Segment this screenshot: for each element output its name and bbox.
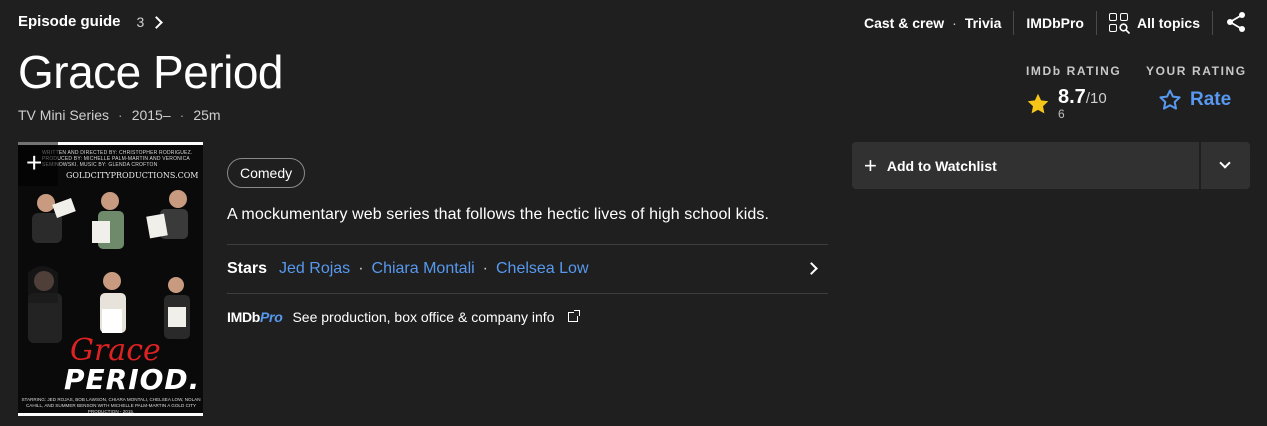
page-title: Grace Period: [18, 46, 284, 98]
rating-score: 8.7/10 6: [1058, 86, 1107, 121]
imdb-rating-label: IMDb RATING: [1026, 64, 1122, 78]
nav-divider: [1013, 11, 1015, 35]
stars-row[interactable]: Stars Jed Rojas · Chiara Montali · Chels…: [227, 245, 828, 293]
chevron-down-icon: [1219, 157, 1231, 169]
stars-label: Stars: [227, 260, 268, 277]
star-link[interactable]: Jed Rojas: [279, 260, 350, 278]
watchlist-dropdown-button[interactable]: [1201, 142, 1250, 189]
imdbpro-link-text[interactable]: See production, box office & company inf…: [292, 309, 554, 325]
add-to-watchlist-button[interactable]: + Add to Watchlist: [852, 142, 1199, 189]
imdbpro-logo: IMDbPro: [227, 309, 283, 325]
star-filled-icon: [1027, 93, 1049, 114]
stars-dot: ·: [482, 260, 488, 277]
external-link-icon: [568, 310, 581, 322]
all-topics-button[interactable]: All topics: [1108, 13, 1200, 34]
divider: [227, 293, 828, 294]
top-nav: Cast & crew · Trivia IMDbPro All topics: [864, 8, 1247, 38]
grid-search-icon: [1108, 13, 1130, 34]
poster-url: GOLDCITYPRODUCTIONS.COM: [66, 171, 199, 180]
rate-label: Rate: [1190, 89, 1232, 110]
rating-value: 8.7: [1058, 86, 1086, 108]
imdbpro-link[interactable]: IMDbPro: [1026, 15, 1084, 31]
imdbpro-row[interactable]: IMDbPro See production, box office & com…: [227, 309, 581, 325]
series-type: TV Mini Series: [18, 107, 110, 123]
episode-guide-label: Episode guide: [18, 13, 121, 30]
meta-dot: ·: [118, 107, 123, 123]
genre-chip[interactable]: Comedy: [227, 158, 306, 188]
runtime: 25m: [193, 107, 221, 123]
rating-out-of: /10: [1085, 90, 1107, 107]
star-link[interactable]: Chiara Montali: [372, 260, 475, 278]
episode-count: 3: [136, 13, 145, 30]
imdbpro-logo-main: IMDb: [227, 309, 261, 325]
share-icon[interactable]: [1225, 11, 1247, 36]
plus-icon: +: [26, 147, 43, 178]
plus-icon: +: [864, 152, 877, 178]
rate-button[interactable]: Rate: [1158, 88, 1247, 112]
all-topics-label: All topics: [1136, 15, 1200, 31]
your-rating-block: YOUR RATING Rate: [1146, 64, 1247, 112]
star-link[interactable]: Chelsea Low: [496, 260, 589, 278]
rating-votes: 6: [1058, 107, 1065, 121]
release-years[interactable]: 2015–: [132, 107, 171, 123]
imdbpro-logo-pro: Pro: [260, 309, 283, 325]
chevron-right-icon: [150, 15, 164, 29]
add-to-watchlist-ribbon[interactable]: +: [18, 142, 58, 186]
nav-divider: [1095, 11, 1097, 35]
imdb-rating-block[interactable]: IMDb RATING 8.7/10 6: [1026, 64, 1121, 121]
cast-crew-link[interactable]: Cast & crew: [864, 15, 944, 31]
trivia-link[interactable]: Trivia: [965, 15, 1002, 31]
watchlist-label: Add to Watchlist: [886, 157, 997, 174]
imdb-rating-row: 8.7/10 6: [1026, 86, 1121, 121]
your-rating-label: YOUR RATING: [1146, 64, 1247, 78]
title-meta: TV Mini Series · 2015– · 25m: [18, 107, 221, 123]
episode-guide-link[interactable]: Episode guide 3: [18, 13, 164, 30]
star-outline-icon: [1159, 89, 1181, 110]
poster-title-bold: PERIOD.: [64, 363, 201, 396]
nav-dot: ·: [952, 15, 957, 31]
stars-dot: ·: [358, 260, 364, 277]
plot-summary: A mockumentary web series that follows t…: [227, 206, 770, 223]
poster-credits: Written and Directed by: Christopher Rod…: [42, 150, 193, 168]
meta-dot: ·: [179, 107, 185, 123]
chevron-right-icon[interactable]: [805, 262, 818, 275]
nav-divider: [1212, 11, 1213, 35]
poster-starring: Starring: Jed Rojas, Bob Lawson, Chiara …: [21, 397, 201, 414]
